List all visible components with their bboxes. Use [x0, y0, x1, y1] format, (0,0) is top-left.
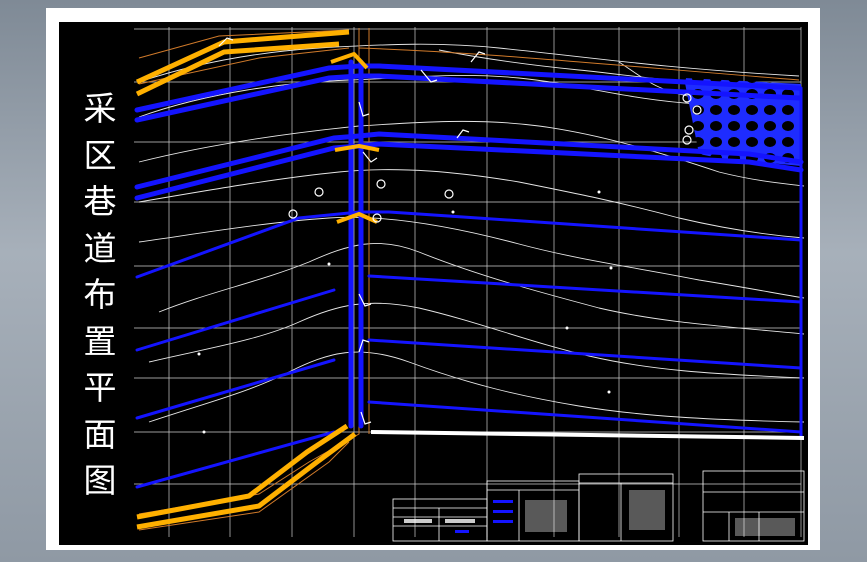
title-char: 采	[83, 89, 117, 128]
compass-marker-icon	[684, 125, 694, 135]
roadway-line	[135, 358, 336, 420]
drawing-frame: 采 区 巷 道 布 置 平 面 图	[46, 8, 820, 550]
roadway-line	[135, 430, 336, 489]
roadway-line	[367, 338, 803, 370]
cad-canvas: 采 区 巷 道 布 置 平 面 图	[59, 22, 808, 545]
contour-line	[158, 242, 805, 335]
roadway-layout-drawing	[134, 27, 805, 542]
survey-point	[609, 266, 613, 270]
compass-marker-icon	[444, 189, 454, 199]
title-char: 图	[83, 461, 117, 500]
survey-point	[565, 326, 569, 330]
survey-point	[451, 210, 455, 214]
contour-line	[148, 302, 805, 379]
roadway-line	[370, 430, 805, 440]
title-char: 巷	[83, 182, 117, 221]
survey-point	[327, 262, 331, 266]
survey-point	[197, 352, 201, 356]
survey-point	[597, 190, 601, 194]
main-roadway-line	[336, 212, 378, 224]
title-char: 平	[83, 368, 117, 407]
roadway-line	[367, 274, 803, 304]
drawing-title: 采 区 巷 道 布 置 平 面 图	[73, 86, 127, 505]
survey-point	[607, 390, 611, 394]
bottom-roadway	[370, 430, 805, 440]
title-char: 置	[83, 321, 117, 361]
compass-marker-icon	[314, 187, 324, 197]
title-char: 面	[83, 414, 117, 454]
symbol-mark	[362, 151, 378, 163]
survey-point	[202, 430, 206, 434]
boundary-line	[138, 441, 350, 531]
compass-marker-icon	[682, 135, 692, 145]
title-char: 区	[83, 135, 117, 175]
roadway-line	[135, 210, 803, 279]
compass-marker-icon	[376, 179, 386, 189]
roadway-line	[367, 400, 803, 434]
compass-marker-icon	[288, 209, 298, 219]
legend-swatches	[455, 500, 513, 533]
title-block-fill	[404, 490, 795, 536]
title-char: 布	[83, 275, 117, 314]
title-char: 道	[83, 228, 117, 268]
